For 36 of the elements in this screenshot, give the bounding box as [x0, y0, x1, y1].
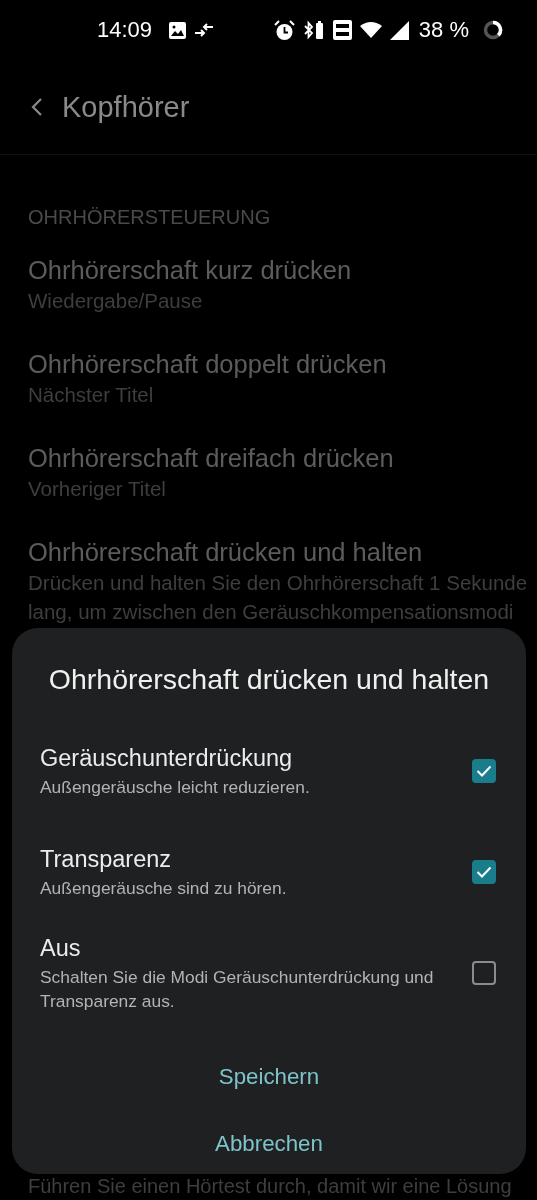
checkbox[interactable] — [472, 758, 496, 783]
setting-summary: Führen Sie einen Hörtest durch, damit wir eine Lösung — [27, 1174, 513, 1198]
setting-summary: Nächster Titel — [28, 382, 155, 408]
back-icon — [30, 97, 44, 117]
checkmark-icon — [476, 764, 492, 777]
dialog-button[interactable]: Speichern — [208, 1060, 330, 1093]
option-title: Transparenz — [40, 844, 173, 874]
battery-percent: 38 % — [418, 17, 469, 43]
option-description: Außengeräusche leicht reduzieren. — [40, 775, 311, 799]
dialog-title: Ohrhörerschaft drücken und halten — [47, 662, 491, 697]
option-description: Schalten Sie die Modi Geräuschunterdrückung und Transparenz aus. — [40, 965, 435, 1013]
setting-title: Ohrhörerschaft kurz drücken — [28, 255, 353, 286]
image-icon — [169, 21, 187, 39]
battery-ring-icon — [483, 20, 503, 40]
data-arrows-icon — [194, 23, 215, 37]
option-title: Aus — [40, 933, 82, 963]
setting-summary: Wiedergabe/Pause — [28, 288, 204, 314]
section-header: OHRHÖRERSTEUERUNG — [27, 205, 272, 230]
option-description: Außengeräusche sind zu hören. — [40, 876, 288, 900]
back-button[interactable] — [30, 97, 44, 117]
setting-title: Ohrhörerschaft doppelt drücken — [28, 349, 388, 380]
setting-title: Ohrhörerschaft drücken und halten — [28, 537, 424, 568]
wifi-icon — [359, 21, 382, 39]
alarm-icon — [273, 19, 295, 41]
checkbox[interactable] — [472, 859, 496, 884]
setting-title: Ohrhörerschaft dreifach drücken — [28, 443, 395, 474]
clock-time: 14:09 — [97, 17, 153, 43]
signal-icon — [389, 20, 409, 40]
setting-summary: Drücken und halten Sie den Ohrhörerschaft 1 Sekunde lang, um zwischen den Geräuschkompensationsmodi — [28, 570, 529, 625]
dialog-button[interactable]: Abbrechen — [205, 1127, 333, 1160]
option-title: Geräuschunterdrückung — [40, 743, 294, 773]
checkbox[interactable] — [472, 960, 496, 985]
setting-summary: Vorheriger Titel — [28, 476, 167, 502]
checkmark-icon — [476, 865, 492, 878]
bluetooth-battery-icon — [302, 20, 325, 40]
screen-title: Kopfhörer — [62, 90, 190, 124]
